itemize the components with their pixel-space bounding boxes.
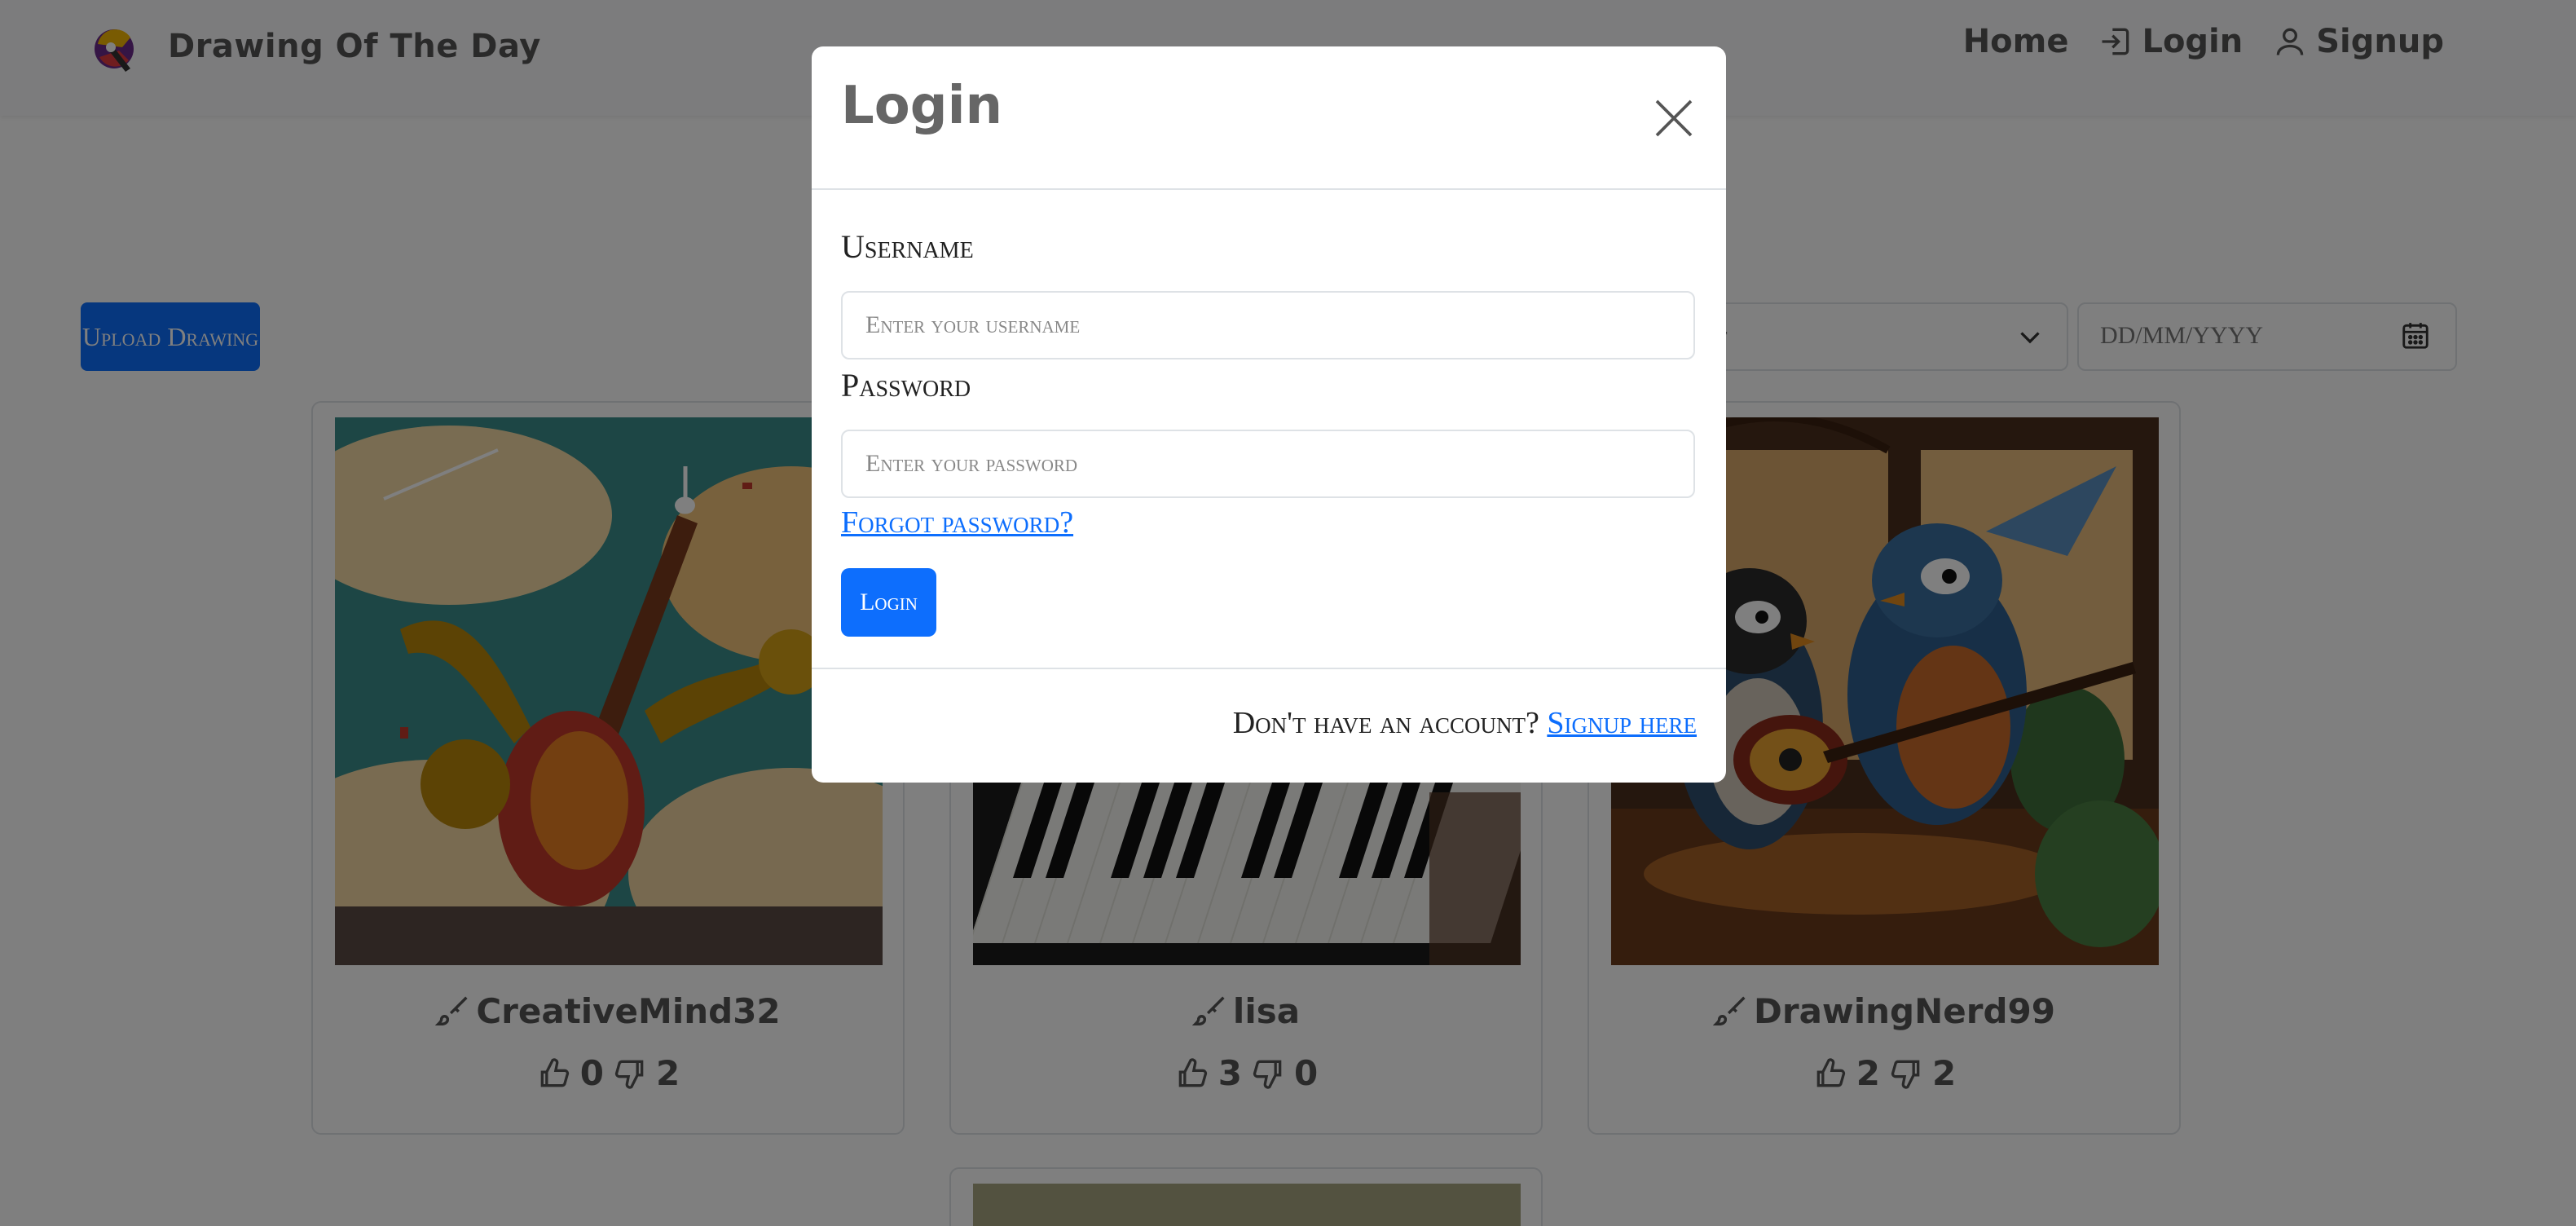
username-label: Username xyxy=(841,228,974,265)
login-button[interactable]: Login xyxy=(841,568,936,637)
signup-link[interactable]: Signup here xyxy=(1547,706,1697,740)
login-modal: Login Username Password Forgot password?… xyxy=(812,46,1726,783)
username-input[interactable] xyxy=(841,291,1695,359)
page: Drawing Of The Day Home Login Signup xyxy=(0,0,2576,1226)
modal-title: Login xyxy=(841,76,1003,136)
close-icon[interactable] xyxy=(1651,95,1697,141)
no-account-text: Don't have an account? xyxy=(1232,706,1539,740)
forgot-password-link[interactable]: Forgot password? xyxy=(841,505,1073,540)
password-label: Password xyxy=(841,367,971,404)
modal-header: Login xyxy=(812,46,1726,190)
footer-text: Don't have an account? Signup here xyxy=(1233,705,1697,741)
modal-footer: Don't have an account? Signup here xyxy=(812,668,1726,783)
password-input[interactable] xyxy=(841,430,1695,498)
